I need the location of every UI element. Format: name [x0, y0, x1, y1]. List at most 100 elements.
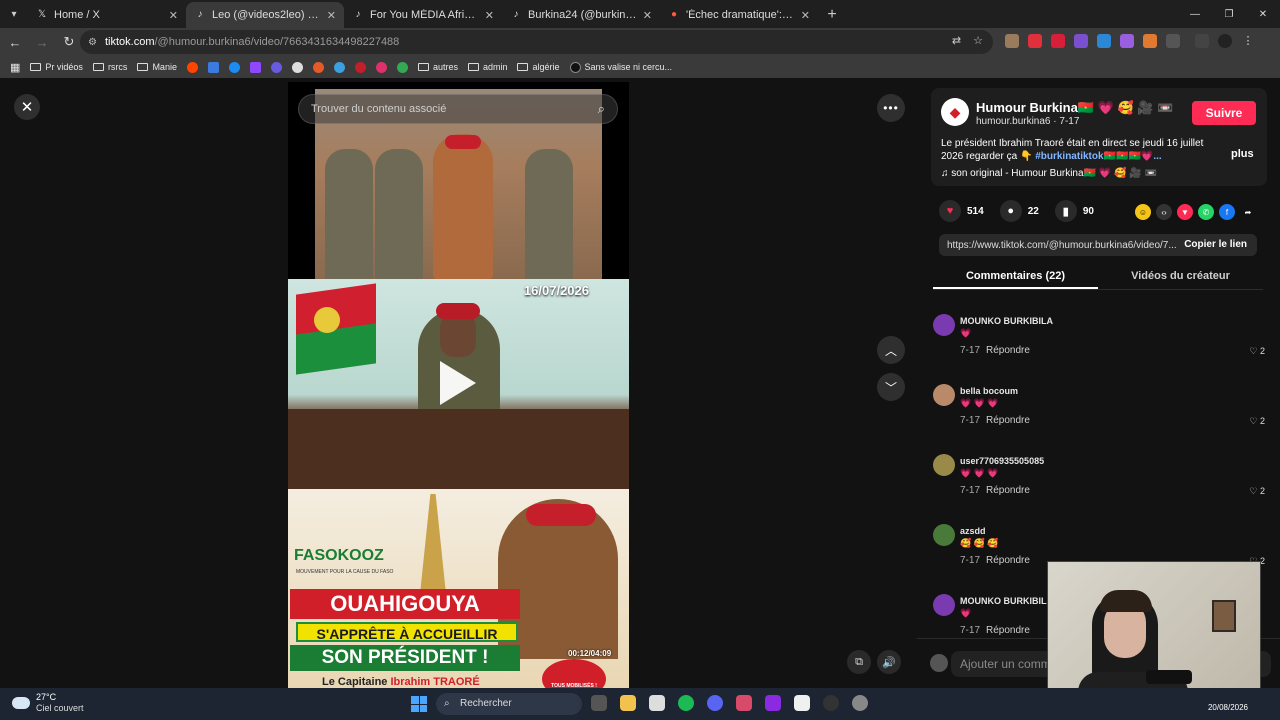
app-icon[interactable]	[765, 695, 781, 711]
whatsapp-icon[interactable]: ✆	[1198, 204, 1214, 220]
close-window-icon[interactable]: ✕	[1246, 0, 1280, 28]
bookmark-folder[interactable]: rsrcs	[92, 62, 127, 72]
close-tab-icon[interactable]: ✕	[643, 9, 652, 22]
previous-video-button[interactable]: ︿	[877, 336, 905, 364]
repost-icon[interactable]: ▼	[1177, 204, 1193, 220]
commenter-name[interactable]: azsdd	[960, 526, 986, 536]
bookmark-site[interactable]	[291, 61, 303, 73]
translate-icon[interactable]: ⇄	[952, 34, 961, 47]
restore-icon[interactable]: ❐	[1212, 0, 1246, 28]
extension-icon[interactable]	[1074, 34, 1088, 48]
close-tab-icon[interactable]: ✕	[801, 9, 810, 22]
weather-widget[interactable]: 27°C Ciel couvert	[12, 692, 84, 714]
tab-search-chevron-icon[interactable]: ▾	[0, 0, 28, 28]
notepad-icon[interactable]	[649, 695, 665, 711]
bookmark-site[interactable]	[375, 61, 387, 73]
browser-tab[interactable]: ♪ For You MÉDIA Africa (@foryou ✕	[344, 2, 502, 28]
pip-icon[interactable]: ⧉	[847, 650, 871, 674]
extension-icon[interactable]	[1097, 34, 1111, 48]
extension-icon[interactable]	[1120, 34, 1134, 48]
bookmark-folder[interactable]: Pr vidéos	[30, 62, 83, 72]
more-options-button[interactable]: •••	[877, 94, 905, 122]
file-explorer-icon[interactable]	[620, 695, 636, 711]
comment-like-button[interactable]: ♡ 2	[1249, 486, 1265, 497]
facebook-icon[interactable]: f	[1219, 204, 1235, 220]
bookmark-icon[interactable]: ▮	[1054, 200, 1077, 222]
task-view-icon[interactable]	[591, 695, 607, 711]
embed-code-icon[interactable]: ‹›	[1156, 204, 1172, 220]
address-bar[interactable]: ⚙ tiktok.com /@humour.burkina6/video/766…	[80, 30, 993, 54]
close-tab-icon[interactable]: ✕	[169, 9, 178, 22]
search-icon[interactable]: ⌕	[598, 101, 605, 117]
author-avatar[interactable]: ◆	[941, 98, 969, 126]
reading-list-icon[interactable]	[1195, 34, 1209, 48]
spotify-icon[interactable]	[678, 695, 694, 711]
bookmark-folder[interactable]: Manie	[137, 62, 177, 72]
bookmark-site[interactable]	[249, 61, 261, 73]
commenter-name[interactable]: MOUNKO BURKIBILA	[960, 596, 1053, 606]
obs-icon[interactable]	[823, 695, 839, 711]
settings-gear-icon[interactable]	[852, 695, 868, 711]
video-url[interactable]: https://www.tiktok.com/@humour.burkina6/…	[947, 240, 1187, 251]
browser-tab[interactable]: 𝕏 Home / X ✕	[28, 2, 186, 28]
windows-start-icon[interactable]	[411, 696, 427, 712]
friends-share-icon[interactable]: ☺	[1135, 204, 1151, 220]
minimize-icon[interactable]: —	[1178, 0, 1212, 28]
volume-icon[interactable]: 🔊	[877, 650, 901, 674]
commenter-avatar[interactable]	[933, 384, 955, 406]
close-tab-icon[interactable]: ✕	[485, 9, 494, 22]
copy-link-button[interactable]: Copier le lien	[1184, 239, 1247, 250]
menu-dots-icon[interactable]: ⋮	[1241, 34, 1255, 48]
app-icon[interactable]	[736, 695, 752, 711]
taskbar-search[interactable]: ⌕ Rechercher	[436, 693, 582, 715]
adblock-icon[interactable]	[1051, 34, 1065, 48]
bookmark-site[interactable]	[312, 61, 324, 73]
bookmark-folder[interactable]: autres	[417, 62, 458, 72]
play-icon[interactable]	[440, 361, 476, 405]
tab-creator-videos[interactable]: Vidéos du créateur	[1098, 264, 1263, 289]
reload-icon[interactable]: ↻	[57, 30, 81, 54]
comment-like-button[interactable]: ♡ 2	[1249, 416, 1265, 427]
bookmark-site[interactable]	[207, 61, 219, 73]
heart-icon[interactable]: ♥	[939, 200, 961, 222]
apps-grid-icon[interactable]: ▦	[10, 61, 20, 74]
bookmark-star-icon[interactable]: ☆	[973, 34, 983, 47]
commenter-avatar[interactable]	[933, 524, 955, 546]
see-more-button[interactable]: plus	[1231, 148, 1254, 160]
puzzle-icon[interactable]	[1166, 34, 1180, 48]
extension-icon[interactable]	[1005, 34, 1019, 48]
related-search-input[interactable]: Trouver du contenu associé ⌕	[298, 94, 618, 124]
bookmark-folder[interactable]: admin	[467, 62, 507, 72]
bookmark-site[interactable]	[333, 61, 345, 73]
author-name[interactable]: Humour Burkina🇧🇫 💗 🥰 🎥 📼	[976, 100, 1173, 116]
bookmark-site[interactable]	[396, 61, 408, 73]
bookmark-site[interactable]	[354, 61, 366, 73]
commenter-avatar[interactable]	[933, 594, 955, 616]
video-player[interactable]: 16/07/2026 FASOKOOZ MOUVEMENT POUR LA CA…	[288, 82, 629, 688]
comment-icon[interactable]: ●	[999, 200, 1022, 222]
commenter-avatar[interactable]	[933, 454, 955, 476]
commenter-name[interactable]: user7706935505085	[960, 456, 1044, 466]
music-track[interactable]: ♫ son original - Humour Burkina🇧🇫 💗 🥰 🎥 …	[941, 168, 1157, 179]
next-video-button[interactable]: ﹀	[877, 373, 905, 401]
reply-button[interactable]: Répondre	[986, 625, 1030, 636]
bookmark-site[interactable]	[186, 61, 198, 73]
comment-like-button[interactable]: ♡ 2	[1249, 346, 1265, 357]
site-info-icon[interactable]: ⚙	[88, 37, 97, 48]
extension-icon[interactable]	[1028, 34, 1042, 48]
hashtag-link[interactable]: #burkinatiktok🇧🇫🇧🇫🇧🇫💗...	[1035, 151, 1162, 162]
commenter-avatar[interactable]	[933, 314, 955, 336]
bookmark-site[interactable]	[228, 61, 240, 73]
bookmark-site[interactable]: Sans valise ni cercu...	[569, 61, 672, 73]
document-icon[interactable]	[794, 695, 810, 711]
profile-avatar-icon[interactable]	[1218, 34, 1232, 48]
bookmark-folder[interactable]: algérie	[517, 62, 560, 72]
commenter-name[interactable]: bella bocoum	[960, 386, 1018, 396]
extension-icon[interactable]	[1143, 34, 1157, 48]
close-video-button[interactable]: ✕	[14, 94, 40, 120]
forward-arrow-icon[interactable]: →	[30, 30, 54, 54]
reply-button[interactable]: Répondre	[986, 485, 1030, 496]
new-tab-button[interactable]: +	[818, 2, 846, 28]
browser-tab[interactable]: ● 'Échec dramatique': le Burkina F ✕	[660, 2, 818, 28]
tab-comments[interactable]: Commentaires (22)	[933, 264, 1098, 289]
